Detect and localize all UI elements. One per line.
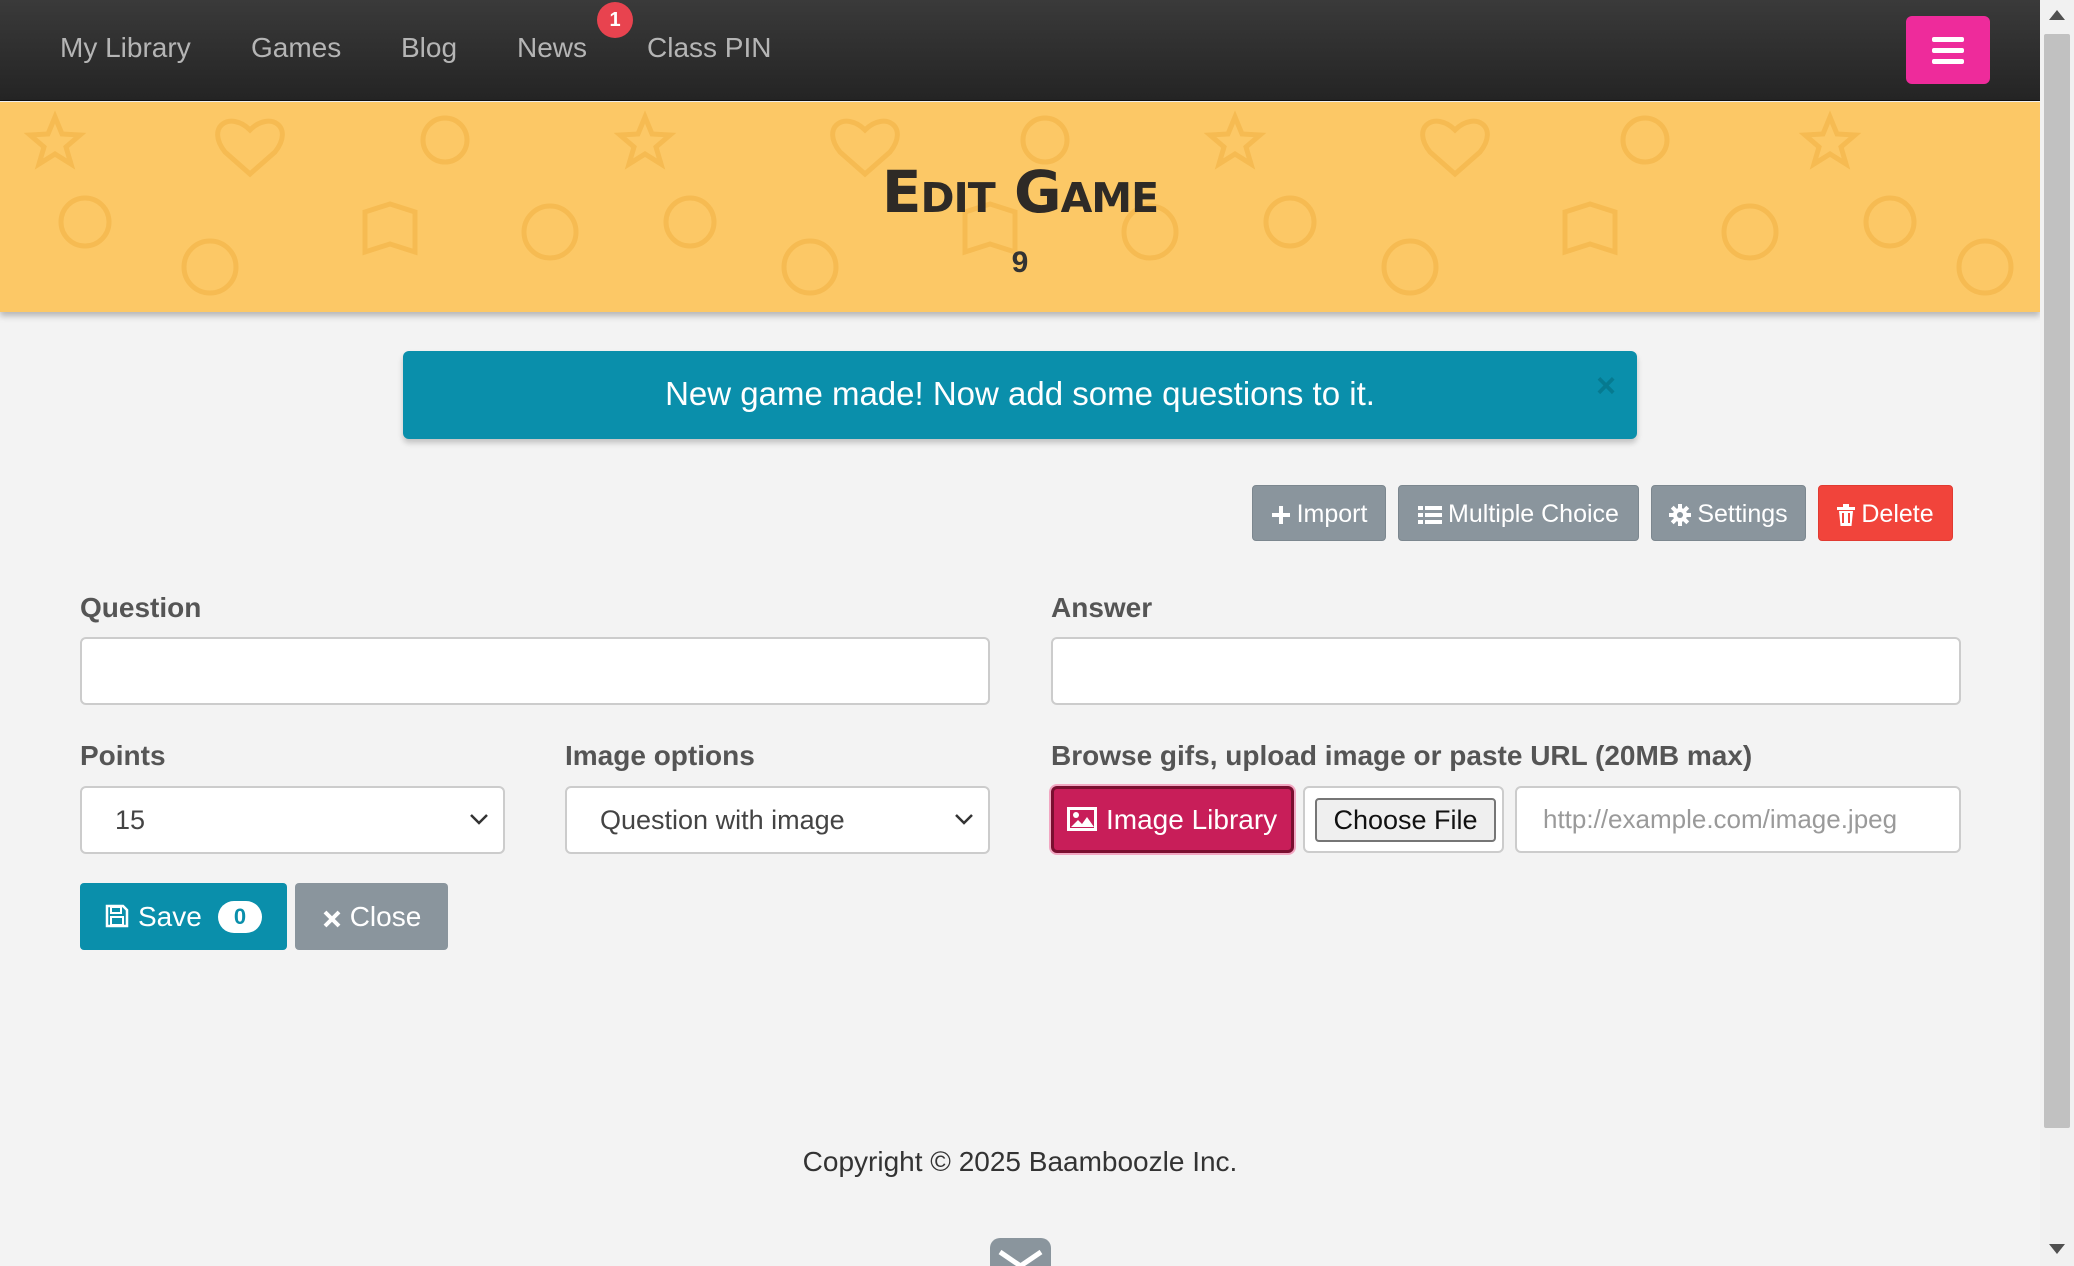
- answer-label: Answer: [1051, 592, 1153, 623]
- game-id: 9: [1011, 246, 1029, 279]
- multiple-choice-button[interactable]: Multiple Choice: [1398, 485, 1639, 541]
- alert-message: New game made! Now add some questions to…: [665, 375, 1375, 412]
- page-title: Edit Game: [881, 158, 1159, 226]
- image-options-value: Question with image: [600, 805, 845, 835]
- image-url-input[interactable]: [1515, 786, 1961, 853]
- alert-close-icon[interactable]: ×: [1589, 369, 1623, 403]
- floppy-disk-icon: [105, 904, 129, 928]
- success-alert: New game made! Now add some questions to…: [403, 351, 1637, 439]
- close-label: Close: [349, 901, 422, 932]
- hamburger-icon-bar: [1932, 59, 1964, 64]
- menu-toggle-button[interactable]: [1906, 16, 1990, 84]
- nav-my-library[interactable]: My Library: [60, 32, 191, 64]
- nav-news[interactable]: News: [517, 32, 587, 64]
- settings-button[interactable]: Settings: [1651, 485, 1806, 541]
- points-value: 15: [115, 805, 146, 835]
- gear-icon: [1669, 504, 1692, 527]
- import-button[interactable]: Import: [1252, 485, 1386, 541]
- points-label: Points: [80, 740, 166, 771]
- plus-icon: [1271, 506, 1290, 525]
- page-header: Edit Game 9: [0, 102, 2040, 312]
- copyright-text: Copyright © 2025 Baamboozle Inc.: [802, 1146, 1238, 1177]
- scrollbar-thumb[interactable]: [2044, 34, 2070, 1128]
- scroll-down-arrow-icon[interactable]: [2049, 1244, 2065, 1254]
- multiple-choice-label: Multiple Choice: [1448, 500, 1619, 528]
- save-label: Save: [138, 901, 202, 932]
- points-select[interactable]: 15: [80, 786, 505, 854]
- top-navbar: My Library Games Blog News 1 Class PIN: [0, 0, 2040, 101]
- envelope-icon[interactable]: [990, 1238, 1051, 1266]
- nav-games[interactable]: Games: [251, 32, 341, 64]
- list-icon: [1418, 506, 1443, 525]
- page: My Library Games Blog News 1 Class PIN E…: [0, 0, 2040, 1266]
- browse-images-label: Browse gifs, upload image or paste URL (…: [1051, 740, 1753, 771]
- chevron-down-icon: [955, 814, 973, 825]
- image-options-select[interactable]: Question with image: [565, 786, 990, 854]
- nav-class-pin[interactable]: Class PIN: [647, 32, 771, 64]
- close-icon: [323, 910, 341, 928]
- page-scrollbar[interactable]: [2040, 0, 2074, 1266]
- trash-icon: [1837, 504, 1856, 527]
- save-button[interactable]: Save 0: [80, 883, 287, 950]
- news-notification-badge: 1: [597, 2, 633, 38]
- scroll-up-arrow-icon[interactable]: [2049, 10, 2065, 20]
- envelope-icon-shape: [998, 1249, 1043, 1266]
- question-count-badge: 0: [218, 901, 262, 933]
- answer-input[interactable]: [1051, 637, 1961, 705]
- nav-blog[interactable]: Blog: [401, 32, 457, 64]
- settings-label: Settings: [1697, 500, 1788, 528]
- hamburger-icon-bar: [1932, 48, 1964, 53]
- hamburger-icon: [1932, 37, 1964, 42]
- image-options-label: Image options: [565, 740, 755, 771]
- file-upload-field: Choose File: [1303, 786, 1504, 853]
- question-label: Question: [80, 592, 202, 623]
- choose-file-button[interactable]: Choose File: [1315, 798, 1496, 842]
- delete-label: Delete: [1861, 500, 1934, 528]
- delete-button[interactable]: Delete: [1818, 485, 1953, 541]
- chevron-down-icon: [470, 814, 488, 825]
- close-button[interactable]: Close: [295, 883, 448, 950]
- image-library-button[interactable]: Image Library: [1051, 786, 1294, 853]
- image-library-label: Image Library: [1106, 804, 1278, 835]
- question-input[interactable]: [80, 637, 990, 705]
- image-icon: [1067, 807, 1097, 831]
- import-label: Import: [1296, 500, 1368, 528]
